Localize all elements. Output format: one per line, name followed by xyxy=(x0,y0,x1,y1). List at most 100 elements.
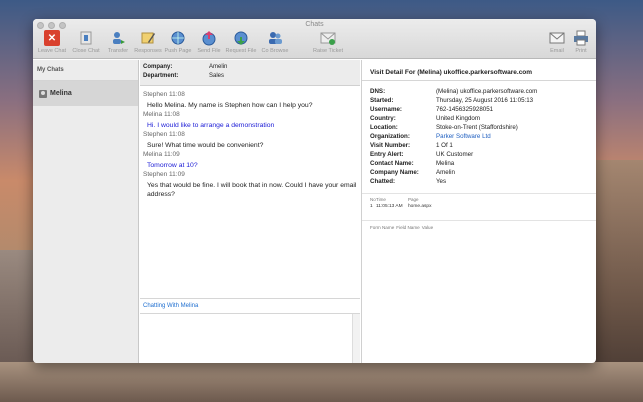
co-browse-label: Co Browse xyxy=(261,48,289,54)
detail-row: Chatted: Yes xyxy=(370,178,596,187)
detail-row: Visit Number: 1 Of 1 xyxy=(370,142,596,151)
detail-value: Thursday, 25 August 2016 11:05:13 xyxy=(436,97,534,104)
email-button[interactable]: Email xyxy=(546,30,568,54)
raise-ticket-button[interactable]: Raise Ticket xyxy=(311,30,345,54)
detail-key: Visit Number: xyxy=(370,142,411,149)
department-value: Sales xyxy=(209,73,225,79)
detail-key: Company Name: xyxy=(370,169,419,176)
send-file-icon xyxy=(201,30,217,46)
detail-value: Yes xyxy=(436,178,447,185)
printer-icon xyxy=(573,30,589,46)
print-label: Print xyxy=(575,48,587,54)
detail-key: Country: xyxy=(370,115,396,122)
leave-chat-button[interactable]: ✕ Leave Chat xyxy=(35,30,69,54)
close-chat-button[interactable]: Close Chat xyxy=(69,30,103,54)
detail-row: DNS: (Melina) ukoffice.parkersoftware.com xyxy=(370,88,596,97)
window-title: Chats xyxy=(305,21,324,28)
detail-row: Location: Stoke-on-Trent (Staffordshire) xyxy=(370,124,596,133)
detail-value: Amelin xyxy=(436,169,455,176)
message-text: Tomorrow at 10? xyxy=(147,162,198,169)
globe-icon xyxy=(170,30,186,46)
detail-value: Stoke-on-Trent (Staffordshire) xyxy=(436,124,518,131)
sidebar-item-label: Melina xyxy=(50,90,72,97)
visit-detail-pane: Visit Detail For (Melina) ukoffice.parke… xyxy=(361,60,596,363)
page-visits-table: No Time Page 1 11:05:13 AM home.aspx xyxy=(362,193,596,211)
visit-detail-fields: DNS: (Melina) ukoffice.parkersoftware.com… xyxy=(362,81,596,187)
detail-row: Organization: Parker Software Ltd xyxy=(370,133,596,142)
visit-time: 11:05:13 AM xyxy=(376,204,403,209)
detail-value: Melina xyxy=(436,160,455,167)
message-meta: Melina 11:09 xyxy=(143,151,180,158)
detail-key: DNS: xyxy=(370,88,386,95)
detail-key: Chatted: xyxy=(370,178,396,185)
detail-key: Username: xyxy=(370,106,402,113)
message-list[interactable]: Stephen 11:08 Hello Melina. My name is S… xyxy=(140,86,360,298)
department-label: Department: xyxy=(143,73,179,79)
visit-page: home.aspx xyxy=(408,204,432,209)
print-button[interactable]: Print xyxy=(570,30,592,54)
push-page-button[interactable]: Push Page xyxy=(161,30,195,54)
email-label: Email xyxy=(550,48,564,54)
message-meta: Stephen 11:09 xyxy=(143,171,185,178)
visit-detail-title: Visit Detail For (Melina) ukoffice.parke… xyxy=(362,60,596,81)
chatting-with-label: Chatting With Melina xyxy=(140,298,360,314)
column-header-field-name: Field Name xyxy=(396,225,420,230)
detail-row: Started: Thursday, 25 August 2016 11:05:1… xyxy=(370,97,596,106)
detail-row: Username: 762-1456325928051 xyxy=(370,106,596,115)
responses-icon xyxy=(140,30,156,46)
message-input[interactable] xyxy=(140,314,352,363)
chat-pane: Company: Amelin Department: Sales Stephe… xyxy=(140,60,360,363)
titlebar: Chats ✕ Leave Chat Close Chat Transfer R… xyxy=(33,19,596,59)
detail-row: Contact Name: Melina xyxy=(370,160,596,169)
co-browse-button[interactable]: Co Browse xyxy=(258,30,292,54)
email-icon xyxy=(549,30,565,46)
message-input-scrollbar[interactable] xyxy=(352,314,360,363)
request-file-button[interactable]: Request File xyxy=(224,30,258,54)
toolbar: ✕ Leave Chat Close Chat Transfer Respons… xyxy=(35,30,594,58)
sidebar-item-melina[interactable]: Melina xyxy=(33,81,138,106)
raise-ticket-icon xyxy=(320,30,336,46)
detail-row: Country: United Kingdom xyxy=(370,115,596,124)
detail-value: United Kingdom xyxy=(436,115,481,122)
leave-chat-icon: ✕ xyxy=(44,30,60,46)
sidebar: My Chats Melina xyxy=(33,60,139,363)
company-value: Amelin xyxy=(209,64,228,70)
responses-button[interactable]: Responses xyxy=(131,30,165,54)
detail-row: Entry Alert: UK Customer xyxy=(370,151,596,160)
request-file-icon xyxy=(233,30,249,46)
raise-ticket-label: Raise Ticket xyxy=(313,48,343,54)
table-header: No Time Page xyxy=(370,197,596,204)
detail-row: Company Name: Amelin xyxy=(370,169,596,178)
transfer-label: Transfer xyxy=(107,48,129,54)
close-chat-label: Close Chat xyxy=(72,48,100,54)
chats-window: Chats ✕ Leave Chat Close Chat Transfer R… xyxy=(33,19,596,363)
co-browse-icon xyxy=(267,30,283,46)
send-file-button[interactable]: Send File xyxy=(192,30,226,54)
detail-key: Contact Name: xyxy=(370,160,414,167)
organization-link[interactable]: Parker Software Ltd xyxy=(436,133,491,142)
detail-key: Organization: xyxy=(370,133,410,140)
detail-key: Started: xyxy=(370,97,394,104)
detail-value: UK Customer xyxy=(436,151,474,158)
detail-key: Location: xyxy=(370,124,398,131)
detail-key: Entry Alert: xyxy=(370,151,404,158)
message-text: Hello Melina. My name is Stephen how can… xyxy=(147,102,313,109)
column-header-form-name: Form Name xyxy=(370,225,395,230)
push-page-label: Push Page xyxy=(164,48,192,54)
my-chats-heading: My Chats xyxy=(33,60,138,81)
message-text: Hi. I would like to arrange a demonstrat… xyxy=(147,122,275,129)
company-label: Company: xyxy=(143,64,173,70)
transfer-button[interactable]: Transfer xyxy=(101,30,135,54)
request-file-label: Request File xyxy=(225,48,257,54)
message-text: Yes that would be fine. I will book that… xyxy=(147,182,357,198)
message-meta: Stephen 11:08 xyxy=(143,131,185,138)
table-row[interactable]: 1 11:05:13 AM home.aspx xyxy=(370,204,596,211)
message-meta: Stephen 11:08 xyxy=(143,91,185,98)
column-header-time: Time xyxy=(376,197,386,202)
transfer-icon xyxy=(110,30,126,46)
detail-value: 762-1456325928051 xyxy=(436,106,494,113)
leave-chat-label: Leave Chat xyxy=(37,48,67,54)
close-chat-icon xyxy=(78,30,94,46)
responses-label: Responses xyxy=(134,48,162,54)
visitor-avatar-icon xyxy=(39,89,47,98)
